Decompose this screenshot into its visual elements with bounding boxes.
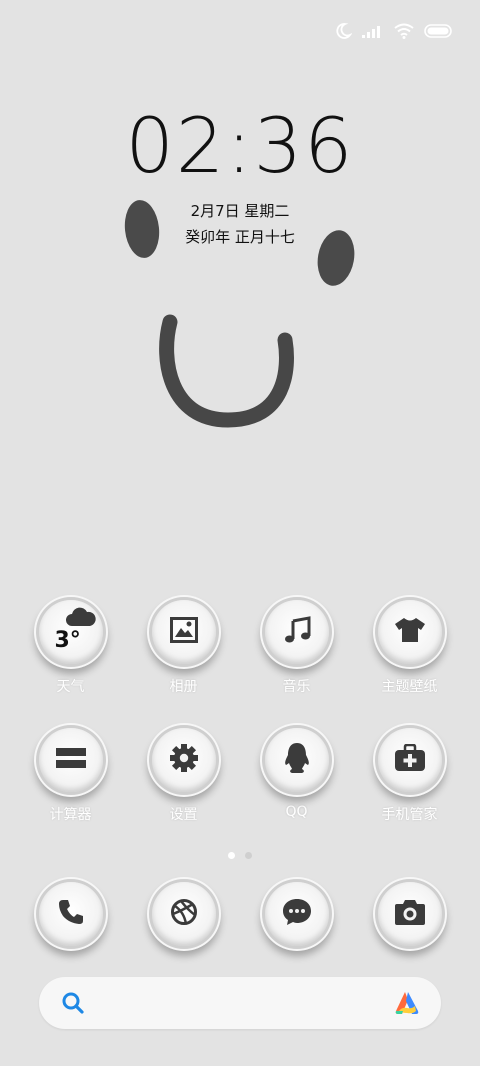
app-grid-row-1: 3° 天气 相册 音乐 主题壁纸 [0,600,480,696]
tshirt-icon [394,617,426,647]
music-note-icon [283,616,311,648]
battery-icon [424,24,454,38]
search-bar[interactable] [39,977,441,1029]
page-dot-active[interactable] [228,852,235,859]
camera-icon [394,898,426,930]
signal-icon [362,24,384,38]
app-browser[interactable] [134,882,234,946]
app-icon-button[interactable] [264,600,329,664]
app-icon-button[interactable] [377,728,442,792]
phone-icon [58,899,84,929]
app-icon-button[interactable] [264,728,329,792]
search-icon[interactable] [61,991,85,1019]
app-camera[interactable] [360,882,460,946]
search-input[interactable] [99,987,373,1021]
app-calculator[interactable]: 计算器 [21,728,121,824]
app-music[interactable]: 音乐 [247,600,347,696]
first-aid-icon [394,743,425,776]
wifi-icon [394,23,414,39]
app-label: 天气 [56,679,85,695]
app-icon-button[interactable] [38,882,103,946]
app-qq[interactable]: QQ [247,728,347,824]
app-icon-button[interactable] [377,600,442,664]
app-icon-button[interactable] [151,728,216,792]
page-indicator [0,852,480,859]
app-grid-row-2: 计算器 设置 QQ 手机管家 [0,728,480,824]
app-icon-button[interactable]: 3° [38,600,103,664]
message-icon [282,898,312,930]
weather-temperature: 3° [54,628,81,653]
app-themes[interactable]: 主题壁纸 [360,600,460,696]
penguin-icon [283,742,311,778]
clock-time[interactable]: 02:36 [0,108,480,184]
app-label: 设置 [169,807,198,823]
app-vault-logo-icon[interactable] [393,989,421,1021]
app-settings[interactable]: 设置 [134,728,234,824]
app-icon-button[interactable] [264,882,329,946]
status-bar [334,18,454,44]
clock-lunar-date: 癸卯年 正月十七 [185,228,295,246]
app-messages[interactable] [247,882,347,946]
app-icon-button[interactable] [377,882,442,946]
app-label: 计算器 [49,807,92,823]
calculator-icon [55,745,86,775]
gear-icon [169,744,198,776]
app-security[interactable]: 手机管家 [360,728,460,824]
app-label: 手机管家 [381,807,438,823]
app-gallery[interactable]: 相册 [134,600,234,696]
clock-date: 2月7日 星期二 [190,202,290,220]
app-label: 音乐 [282,679,311,695]
app-icon-button[interactable] [38,728,103,792]
page-dot[interactable] [245,852,252,859]
app-label: 主题壁纸 [381,679,438,695]
app-phone[interactable] [21,882,121,946]
app-icon-button[interactable] [151,882,216,946]
app-icon-button[interactable] [151,600,216,664]
browser-icon [170,898,198,930]
app-label: 相册 [169,679,198,695]
app-label: QQ [285,804,308,820]
app-weather[interactable]: 3° 天气 [21,600,121,696]
dock [0,882,480,946]
gallery-icon [169,617,198,647]
moon-icon [334,22,352,40]
